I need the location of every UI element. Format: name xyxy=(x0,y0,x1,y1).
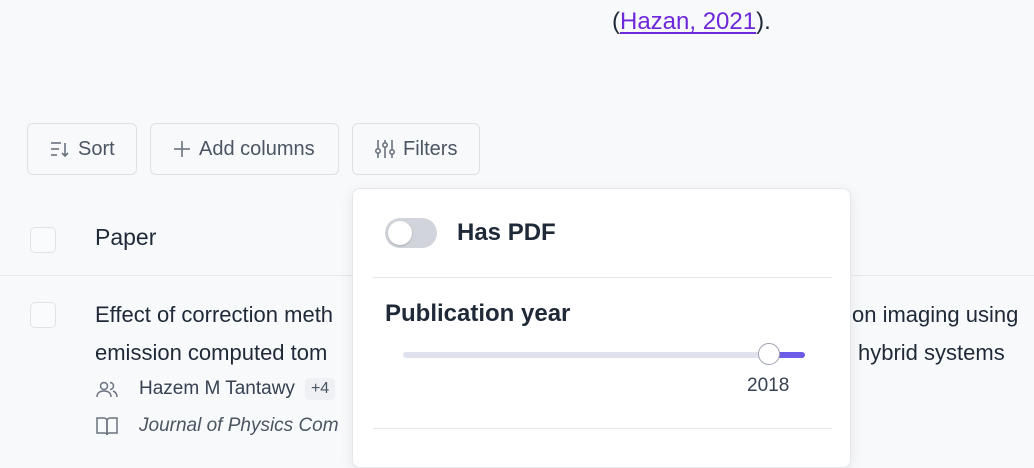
sort-icon xyxy=(51,142,69,158)
plus-icon xyxy=(174,141,190,157)
toggle-knob xyxy=(388,221,412,245)
has-pdf-label: Has PDF xyxy=(457,219,556,246)
paper-title-line2-end: hybrid systems xyxy=(858,340,1005,365)
add-columns-label: Add columns xyxy=(199,137,315,160)
publication-year-label: Publication year xyxy=(385,300,571,327)
journal-row: Journal of Physics Com xyxy=(95,415,339,437)
year-slider-thumb[interactable] xyxy=(757,343,780,365)
filters-popover: Has PDF Publication year 2018 xyxy=(352,188,851,468)
sliders-icon xyxy=(375,140,395,158)
divider xyxy=(373,428,832,429)
citation-text: (Hazan, 2021). xyxy=(612,8,771,36)
sort-button[interactable]: Sort xyxy=(27,123,137,175)
filters-label: Filters xyxy=(403,137,458,160)
authors-row: Hazem M Tantawy +4 xyxy=(95,378,336,400)
add-columns-button[interactable]: Add columns xyxy=(150,123,339,175)
row-checkbox[interactable] xyxy=(30,302,56,328)
more-authors-badge[interactable]: +4 xyxy=(304,378,336,400)
select-all-checkbox[interactable] xyxy=(30,227,56,253)
year-slider-value: 2018 xyxy=(747,375,790,396)
column-header-paper[interactable]: Paper xyxy=(95,224,156,251)
citation-open: ( xyxy=(612,8,620,35)
divider xyxy=(373,277,832,278)
citation-link[interactable]: Hazan, 2021 xyxy=(620,8,756,35)
citation-close: ). xyxy=(756,8,771,35)
journal-name: Journal of Physics Com xyxy=(139,415,339,436)
author-name[interactable]: Hazem M Tantawy xyxy=(139,378,295,400)
paper-title-line1-end: on imaging using xyxy=(852,302,1019,327)
filters-button[interactable]: Filters xyxy=(352,123,480,175)
book-icon xyxy=(96,417,118,436)
year-slider-track[interactable] xyxy=(403,343,805,365)
sort-label: Sort xyxy=(78,137,115,160)
users-icon xyxy=(96,381,118,398)
has-pdf-toggle[interactable] xyxy=(385,218,437,248)
paper-title-line2-start: emission computed tom xyxy=(95,340,328,365)
paper-title-line1-start: Effect of correction meth xyxy=(95,302,334,327)
